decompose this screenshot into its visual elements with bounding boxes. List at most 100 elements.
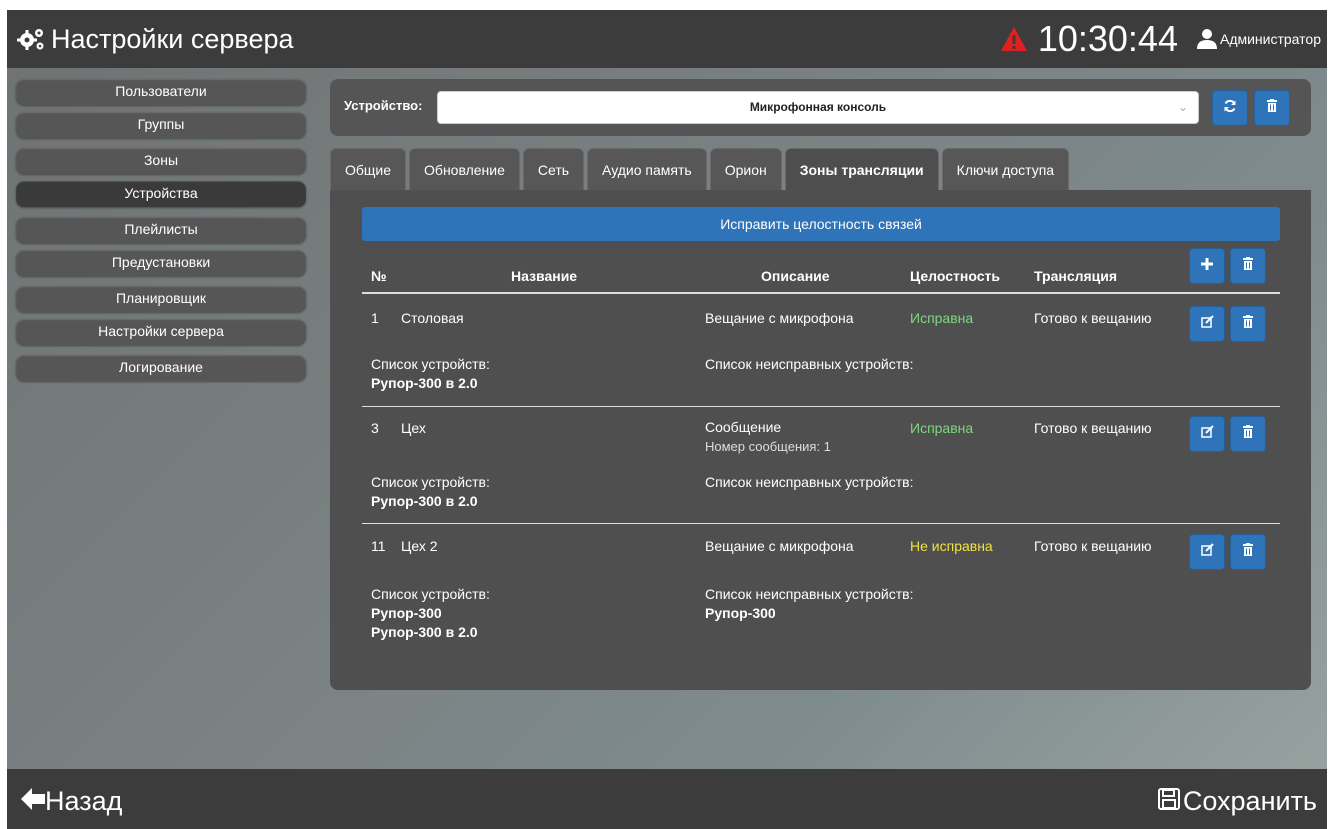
row-num: 11 [371,538,386,554]
sidebar-item-scheduler[interactable]: Планировщик [16,286,306,312]
edit-zone-button[interactable] [1189,306,1225,342]
tab-general[interactable]: Общие [330,148,407,190]
edit-icon [1200,543,1214,561]
delete-zone-button[interactable] [1230,416,1266,452]
user-icon[interactable] [1196,28,1218,50]
table-header: № Название Описание Целостность Трансляц… [362,248,1280,294]
device-list-label: Список устройств: [371,356,490,372]
device-label: Устройство: [344,98,423,113]
faulty-device-list: Список неисправных устройств: [705,355,913,374]
back-label: Назад [45,786,123,816]
user-name[interactable]: Администратор [1220,31,1321,47]
trash-icon [1242,543,1254,561]
row-integrity: Исправна [910,310,974,326]
trash-icon [1242,257,1254,275]
tab-update[interactable]: Обновление [409,148,520,190]
device-list: Список устройств: Рупор-300 в 2.0 [371,355,490,393]
footer: Назад Сохранить [7,769,1327,829]
add-zone-button[interactable] [1189,248,1225,284]
row-description: Вещание с микрофона [705,310,854,326]
sidebar-item-server-settings[interactable]: Настройки сервера [16,319,306,345]
sidebar-item-users[interactable]: Пользователи [16,79,306,105]
arrow-left-icon [21,786,45,817]
device-select-value: Микрофонная консоль [749,100,887,114]
tab-audio-memory[interactable]: Аудио память [587,148,707,190]
delete-zone-button[interactable] [1230,534,1266,570]
row-broadcast: Готово к вещанию [1034,310,1152,326]
trash-icon [1242,425,1254,443]
app-window: Настройки сервера 10:30:44 Администратор… [7,10,1327,829]
chevron-down-icon: ⌄ [1177,100,1188,114]
device-list-label: Список устройств: [371,474,490,490]
faulty-device-item: Рупор-300 [705,605,776,621]
refresh-button[interactable] [1212,90,1248,126]
sidebar-item-playlists[interactable]: Плейлисты [16,217,306,243]
header: Настройки сервера 10:30:44 Администратор [7,10,1327,68]
refresh-icon [1223,99,1237,118]
delete-device-button[interactable] [1254,90,1290,126]
sidebar-item-groups[interactable]: Группы [16,112,306,138]
row-integrity: Не исправна [910,538,993,554]
table-row: 11 Цех 2 Вещание с микрофона Не исправна… [362,524,1280,664]
device-item: Рупор-300 в 2.0 [371,375,478,391]
device-list: Список устройств: Рупор-300 Рупор-300 в … [371,585,490,642]
row-num: 3 [371,420,379,436]
plus-icon [1201,257,1213,275]
faulty-list-label: Список неисправных устройств: [705,586,914,602]
device-select[interactable]: Микрофонная консоль ⌄ [437,91,1199,124]
column-name: Название [511,268,578,284]
tab-broadcast-zones[interactable]: Зоны трансляции [784,148,939,190]
column-num: № [371,268,387,284]
save-icon [1157,786,1180,817]
page-title: Настройки сервера [51,23,294,54]
column-description: Описание [761,268,830,284]
faulty-list-label: Список неисправных устройств: [705,474,914,490]
row-num: 1 [371,310,379,326]
delete-all-button[interactable] [1230,248,1266,284]
sidebar-item-devices[interactable]: Устройства [16,181,306,207]
row-description-line: Сообщение [705,419,782,435]
device-list: Список устройств: Рупор-300 в 2.0 [371,473,490,511]
tab-network[interactable]: Сеть [522,148,585,190]
table-row: 1 Столовая Вещание с микрофона Исправна … [362,296,1280,407]
message-number: Номер сообщения: 1 [705,439,831,454]
tab-access-keys[interactable]: Ключи доступа [941,148,1070,190]
device-bar: Устройство: Микрофонная консоль ⌄ [330,79,1311,136]
faulty-device-list: Список неисправных устройств: Рупор-300 [705,585,913,623]
row-name: Цех [401,420,426,436]
header-right: 10:30:44 Администратор [1000,10,1321,68]
edit-zone-button[interactable] [1189,534,1225,570]
row-name: Столовая [401,310,464,326]
faulty-device-list: Список неисправных устройств: [705,473,913,492]
sidebar: Пользователи Группы Зоны Устройства Плей… [16,79,306,388]
tab-orion[interactable]: Орион [709,148,782,190]
edit-icon [1200,315,1214,333]
device-list-label: Список устройств: [371,586,490,602]
fix-integrity-button[interactable]: Исправить целостность связей [362,207,1280,241]
back-button[interactable]: Назад [21,786,122,817]
device-item: Рупор-300 в 2.0 [371,624,478,640]
row-broadcast: Готово к вещанию [1034,538,1152,554]
trash-icon [1266,99,1278,117]
column-integrity: Целостность [910,268,1000,284]
row-description: Вещание с микрофона [705,538,854,554]
settings-gears-icon [15,25,47,53]
edit-zone-button[interactable] [1189,416,1225,452]
row-description: Сообщение Номер сообщения: 1 [705,418,831,456]
row-broadcast: Готово к вещанию [1034,420,1152,436]
warning-icon[interactable] [1000,26,1028,52]
save-button[interactable]: Сохранить [1157,786,1317,817]
row-integrity: Исправна [910,420,974,436]
trash-icon [1242,315,1254,333]
save-label: Сохранить [1182,786,1317,816]
device-item: Рупор-300 [371,605,442,621]
row-name: Цех 2 [401,538,438,554]
sidebar-item-presets[interactable]: Предустановки [16,250,306,276]
delete-zone-button[interactable] [1230,306,1266,342]
sidebar-item-logging[interactable]: Логирование [16,355,306,381]
tab-bar: Общие Обновление Сеть Аудио память Орион… [330,148,1072,190]
sidebar-item-zones[interactable]: Зоны [16,148,306,174]
edit-icon [1200,425,1214,443]
clock: 10:30:44 [1037,18,1178,59]
table-row: 3 Цех Сообщение Номер сообщения: 1 Испра… [362,407,1280,524]
